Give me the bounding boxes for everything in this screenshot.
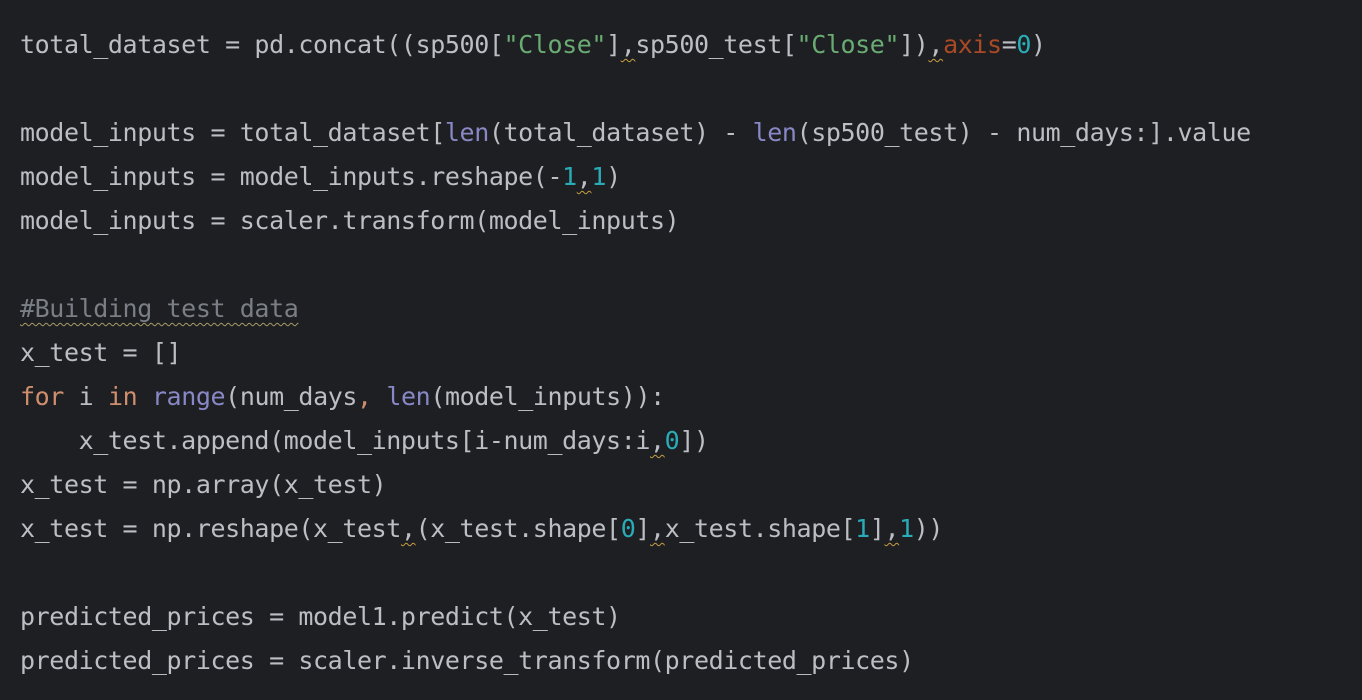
code-line[interactable]: model_inputs = model_inputs.reshape(-1,1… [20, 155, 621, 199]
code-token: len [386, 382, 431, 411]
code-token: ]) [679, 426, 709, 455]
code-token: model_inputs = total_dataset[ [20, 118, 445, 147]
code-token: len [444, 118, 489, 147]
code-token-warning: , [620, 30, 636, 59]
code-line[interactable]: x_test = np.array(x_test) [20, 463, 387, 507]
code-token: len [752, 118, 797, 147]
code-token: range [151, 382, 226, 411]
code-token-warning: , [650, 426, 665, 455]
code-token: model_inputs = model_inputs.reshape(- [20, 162, 563, 191]
code-token: "Close" [796, 30, 900, 59]
code-token: "Close" [503, 30, 607, 59]
code-token: 0 [1016, 30, 1031, 59]
code-token: x_test = [] [20, 338, 182, 367]
code-token: in [107, 382, 138, 411]
code-token: 1 [562, 162, 577, 191]
code-token: x_test.shape[ [664, 514, 856, 543]
code-token: ] [869, 514, 885, 543]
code-token: x_test = np.reshape(x_test [20, 514, 401, 543]
code-token: model_inputs = scaler.transform(model_in… [20, 206, 680, 235]
code-token-warning: #Building test data [20, 294, 299, 323]
code-token: ]) [899, 30, 929, 59]
code-token: , [357, 382, 372, 411]
code-line[interactable]: x_test.append(model_inputs[i-num_days:i,… [20, 419, 709, 463]
code-token: predicted_prices = model1.predict(x_test… [20, 602, 621, 631]
code-token: x_test.append(model_inputs[i-num_days:i [20, 426, 651, 455]
code-token: ) [606, 162, 621, 191]
code-line[interactable]: x_test = np.reshape(x_test,(x_test.shape… [20, 507, 943, 551]
code-token: axis [943, 30, 1002, 59]
code-token: 0 [664, 426, 680, 455]
code-token-warning: , [400, 514, 416, 543]
code-token: sp500_test[ [635, 30, 797, 59]
code-line[interactable]: for i in range(num_days, len(model_input… [20, 375, 665, 419]
code-token: = [1001, 30, 1017, 59]
code-token-warning: , [576, 162, 592, 191]
code-token: (num_days [225, 382, 358, 411]
code-token: total_dataset = pd.concat((sp500[ [20, 30, 504, 59]
code-line[interactable]: model_inputs = total_dataset[len(total_d… [20, 111, 1251, 155]
code-token-warning: , [884, 514, 900, 543]
code-token: 1 [855, 514, 870, 543]
code-editor[interactable]: total_dataset = pd.concat((sp500["Close"… [0, 0, 1362, 700]
code-line[interactable]: model_inputs = scaler.transform(model_in… [20, 199, 680, 243]
code-token: predicted_prices = scaler.inverse_transf… [20, 646, 914, 675]
code-token: (model_inputs)): [430, 382, 665, 411]
code-token: (total_dataset) - [488, 118, 753, 147]
code-token-warning: , [928, 30, 944, 59]
code-token: ] [606, 30, 621, 59]
code-line[interactable]: x_test = [] [20, 331, 182, 375]
code-token: 0 [620, 514, 636, 543]
code-token: ) [1031, 30, 1046, 59]
code-line[interactable]: predicted_prices = scaler.inverse_transf… [20, 639, 914, 683]
code-line[interactable]: predicted_prices = model1.predict(x_test… [20, 595, 621, 639]
code-token: (x_test.shape[ [415, 514, 622, 543]
code-token: x_test = np.array(x_test) [20, 470, 387, 499]
code-token-warning: , [650, 514, 665, 543]
code-token: 1 [591, 162, 607, 191]
code-token: 1 [899, 514, 914, 543]
code-token: i [63, 382, 108, 411]
code-token: )) [913, 514, 944, 543]
code-line[interactable]: total_dataset = pd.concat((sp500["Close"… [20, 23, 1046, 67]
code-token: for [20, 382, 64, 411]
code-token: ] [635, 514, 651, 543]
code-line[interactable]: #Building test data [20, 287, 299, 331]
code-token: (sp500_test) - num_days:].value [796, 118, 1252, 147]
